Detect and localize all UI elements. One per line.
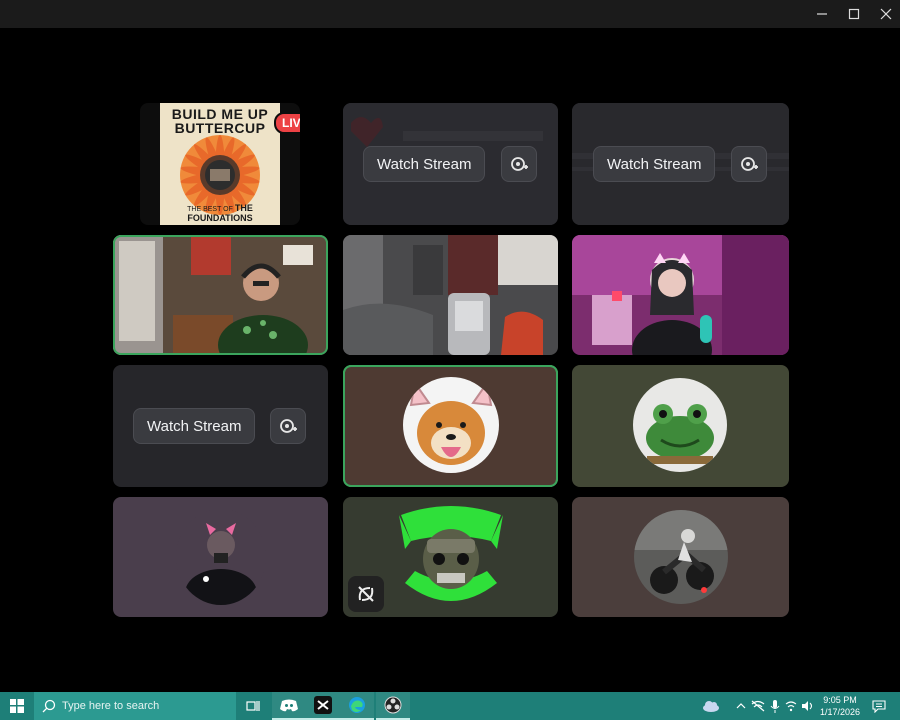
window-title-bar: [0, 0, 900, 28]
obs-taskbar-app[interactable]: [376, 692, 410, 720]
edge-taskbar-app[interactable]: [340, 692, 374, 720]
task-view-icon: [246, 701, 260, 711]
microphone-tray[interactable]: [768, 692, 782, 720]
live-stream-tile[interactable]: BUILD ME UP BUTTERCUP THE BEST OF THE FO…: [140, 103, 300, 225]
stream-preview-tile[interactable]: Watch Stream: [343, 103, 558, 225]
show-hidden-icons-button[interactable]: [734, 692, 748, 720]
edge-icon: [349, 697, 365, 713]
notifications-button[interactable]: [868, 692, 890, 720]
network-icon: [751, 700, 765, 712]
chevron-up-icon: [736, 703, 746, 709]
watch-stream-button[interactable]: Watch Stream: [593, 146, 716, 182]
user-avatar: [633, 378, 727, 472]
cloud-icon: [703, 701, 719, 712]
close-button[interactable]: [870, 0, 900, 28]
discord-taskbar-app[interactable]: [272, 692, 306, 720]
eye-plus-icon: [511, 157, 528, 171]
muted-icon: [358, 586, 374, 602]
album-credit: THE BEST OF THE FOUNDATIONS: [160, 203, 280, 223]
webcam-tile[interactable]: [113, 235, 328, 355]
user-avatar: [176, 509, 266, 605]
webcam-video: [572, 235, 789, 355]
taskbar-search-input[interactable]: Type here to search: [34, 692, 236, 720]
weather-tray[interactable]: [700, 692, 722, 720]
webcam-tile[interactable]: [572, 235, 789, 355]
discord-icon: [280, 699, 298, 712]
character-avatar: [176, 509, 266, 605]
frog-avatar: [633, 378, 727, 472]
taskbar: Type here to search 9:05 PM 1/17/2026: [0, 692, 900, 720]
avatar-tile[interactable]: [572, 497, 789, 617]
preview-stream-button[interactable]: [270, 408, 306, 444]
volume-icon: [802, 701, 813, 711]
task-view-button[interactable]: [236, 692, 270, 720]
wifi-tray[interactable]: [784, 692, 798, 720]
windows-icon: [10, 699, 24, 713]
avatar-tile[interactable]: [343, 497, 558, 617]
search-icon: [42, 699, 56, 713]
start-button[interactable]: [0, 692, 34, 720]
watch-stream-button[interactable]: Watch Stream: [133, 408, 256, 444]
minimize-icon: [817, 13, 827, 15]
minimize-button[interactable]: [806, 0, 838, 28]
album-subtitle: THE BEST OF: [187, 206, 233, 213]
user-avatar: [634, 510, 728, 604]
stream-preview-tile[interactable]: Watch Stream: [113, 365, 328, 487]
eye-plus-icon: [741, 157, 758, 171]
avatar-tile[interactable]: [113, 497, 328, 617]
motorbike-rider-avatar: [634, 510, 728, 604]
watch-stream-button[interactable]: Watch Stream: [363, 146, 486, 182]
preview-stream-button[interactable]: [501, 146, 537, 182]
user-avatar: [403, 377, 499, 473]
capcut-icon: [314, 696, 332, 714]
clock-time: 9:05 PM: [823, 695, 857, 705]
neon-mask-avatar: [399, 506, 503, 601]
network-tray[interactable]: [750, 692, 766, 720]
album-title-line1: BUILD ME UP: [171, 106, 269, 122]
camera-off-badge: [348, 576, 384, 612]
webcam-tile[interactable]: [343, 235, 558, 355]
live-badge: LIVE: [274, 112, 300, 134]
microphone-icon: [770, 699, 780, 713]
clock-date: 1/17/2026: [819, 707, 861, 717]
eye-plus-icon: [280, 419, 297, 433]
volume-tray[interactable]: [800, 692, 816, 720]
avatar-tile[interactable]: [343, 365, 558, 487]
close-icon: [880, 8, 892, 20]
avatar-tile[interactable]: [572, 365, 789, 487]
obs-icon: [384, 696, 402, 714]
notification-icon: [872, 699, 886, 713]
shiba-dog-avatar: [403, 377, 499, 473]
stream-preview-tile[interactable]: Watch Stream: [572, 103, 789, 225]
preview-stream-button[interactable]: [731, 146, 767, 182]
search-placeholder: Type here to search: [62, 700, 160, 712]
capcut-taskbar-app[interactable]: [306, 692, 340, 720]
taskbar-clock[interactable]: 9:05 PM 1/17/2026: [816, 694, 864, 718]
maximize-icon: [848, 8, 860, 20]
webcam-video: [343, 235, 558, 355]
wifi-icon: [785, 701, 797, 712]
maximize-button[interactable]: [838, 0, 870, 28]
webcam-video: [113, 235, 328, 355]
album-cover: BUILD ME UP BUTTERCUP THE BEST OF THE FO…: [160, 103, 280, 225]
